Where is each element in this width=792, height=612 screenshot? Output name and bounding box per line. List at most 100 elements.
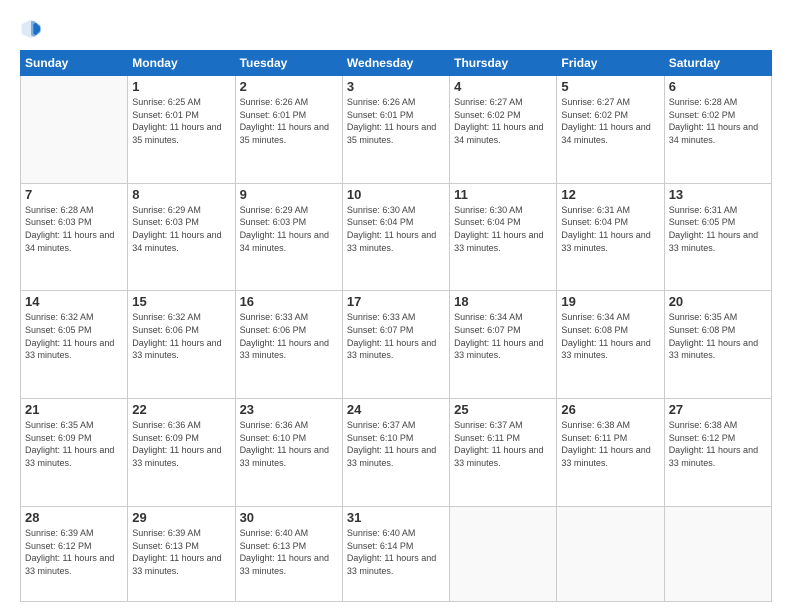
day-number: 24	[347, 402, 445, 417]
calendar-cell: 11Sunrise: 6:30 AM Sunset: 6:04 PM Dayli…	[450, 183, 557, 291]
calendar-cell: 23 Sunrise: 6:36 AM Sunset: 6:10 PM Dayli…	[235, 399, 342, 507]
day-number: 16	[240, 294, 338, 309]
calendar-cell: 4Sunrise: 6:27 AM Sunset: 6:02 PM Daylig…	[450, 76, 557, 184]
calendar-cell	[21, 76, 128, 184]
day-info: Sunrise: 6:27 AM Sunset: 6:02 PM Dayligh…	[561, 96, 659, 146]
logo-icon	[20, 18, 42, 40]
calendar-cell: 10 Sunrise: 6:30 AM Sunset: 6:04 PM Dayli…	[342, 183, 449, 291]
day-number: 19	[561, 294, 659, 309]
day-info: Sunrise: 6:36 AM Sunset: 6:09 PM Dayligh…	[132, 419, 230, 469]
day-number: 23	[240, 402, 338, 417]
weekday-header-sunday: Sunday	[21, 51, 128, 76]
day-number: 5	[561, 79, 659, 94]
calendar-cell: 18Sunrise: 6:34 AM Sunset: 6:07 PM Dayli…	[450, 291, 557, 399]
calendar-cell: 7 Sunrise: 6:28 AM Sunset: 6:03 PM Daylig…	[21, 183, 128, 291]
logo	[20, 18, 46, 40]
day-info: Sunrise: 6:39 AM Sunset: 6:12 PM Dayligh…	[25, 527, 123, 577]
day-number: 15	[132, 294, 230, 309]
day-info: Sunrise: 6:28 AM Sunset: 6:02 PM Dayligh…	[669, 96, 767, 146]
weekday-header-thursday: Thursday	[450, 51, 557, 76]
day-info: Sunrise: 6:38 AM Sunset: 6:11 PM Dayligh…	[561, 419, 659, 469]
day-info: Sunrise: 6:35 AM Sunset: 6:09 PM Dayligh…	[25, 419, 123, 469]
day-number: 14	[25, 294, 123, 309]
day-info: Sunrise: 6:39 AM Sunset: 6:13 PM Dayligh…	[132, 527, 230, 577]
day-number: 21	[25, 402, 123, 417]
day-info: Sunrise: 6:29 AM Sunset: 6:03 PM Dayligh…	[240, 204, 338, 254]
day-info: Sunrise: 6:32 AM Sunset: 6:06 PM Dayligh…	[132, 311, 230, 361]
calendar-cell: 9 Sunrise: 6:29 AM Sunset: 6:03 PM Daylig…	[235, 183, 342, 291]
calendar-cell: 27Sunrise: 6:38 AM Sunset: 6:12 PM Dayli…	[664, 399, 771, 507]
day-info: Sunrise: 6:30 AM Sunset: 6:04 PM Dayligh…	[347, 204, 445, 254]
weekday-header-friday: Friday	[557, 51, 664, 76]
calendar-cell	[557, 506, 664, 601]
day-info: Sunrise: 6:31 AM Sunset: 6:05 PM Dayligh…	[669, 204, 767, 254]
day-info: Sunrise: 6:28 AM Sunset: 6:03 PM Dayligh…	[25, 204, 123, 254]
calendar-cell	[664, 506, 771, 601]
day-info: Sunrise: 6:34 AM Sunset: 6:08 PM Dayligh…	[561, 311, 659, 361]
day-info: Sunrise: 6:26 AM Sunset: 6:01 PM Dayligh…	[240, 96, 338, 146]
day-info: Sunrise: 6:37 AM Sunset: 6:10 PM Dayligh…	[347, 419, 445, 469]
weekday-header-wednesday: Wednesday	[342, 51, 449, 76]
page: SundayMondayTuesdayWednesdayThursdayFrid…	[0, 0, 792, 612]
day-number: 29	[132, 510, 230, 525]
day-number: 20	[669, 294, 767, 309]
calendar-cell: 22 Sunrise: 6:36 AM Sunset: 6:09 PM Dayli…	[128, 399, 235, 507]
weekday-header-saturday: Saturday	[664, 51, 771, 76]
day-number: 1	[132, 79, 230, 94]
day-number: 12	[561, 187, 659, 202]
calendar-cell: 24 Sunrise: 6:37 AM Sunset: 6:10 PM Dayli…	[342, 399, 449, 507]
day-number: 26	[561, 402, 659, 417]
calendar-cell: 17Sunrise: 6:33 AM Sunset: 6:07 PM Dayli…	[342, 291, 449, 399]
day-info: Sunrise: 6:37 AM Sunset: 6:11 PM Dayligh…	[454, 419, 552, 469]
calendar-week-5: 28 Sunrise: 6:39 AM Sunset: 6:12 PM Dayli…	[21, 506, 772, 601]
day-info: Sunrise: 6:33 AM Sunset: 6:06 PM Dayligh…	[240, 311, 338, 361]
day-number: 22	[132, 402, 230, 417]
calendar-table: SundayMondayTuesdayWednesdayThursdayFrid…	[20, 50, 772, 602]
calendar-cell: 21 Sunrise: 6:35 AM Sunset: 6:09 PM Dayli…	[21, 399, 128, 507]
weekday-header-row: SundayMondayTuesdayWednesdayThursdayFrid…	[21, 51, 772, 76]
day-info: Sunrise: 6:29 AM Sunset: 6:03 PM Dayligh…	[132, 204, 230, 254]
calendar-cell: 30Sunrise: 6:40 AM Sunset: 6:13 PM Dayli…	[235, 506, 342, 601]
calendar-week-3: 14 Sunrise: 6:32 AM Sunset: 6:05 PM Dayli…	[21, 291, 772, 399]
calendar-cell: 20Sunrise: 6:35 AM Sunset: 6:08 PM Dayli…	[664, 291, 771, 399]
day-info: Sunrise: 6:31 AM Sunset: 6:04 PM Dayligh…	[561, 204, 659, 254]
day-number: 18	[454, 294, 552, 309]
day-info: Sunrise: 6:40 AM Sunset: 6:13 PM Dayligh…	[240, 527, 338, 577]
day-number: 3	[347, 79, 445, 94]
day-number: 9	[240, 187, 338, 202]
day-number: 27	[669, 402, 767, 417]
calendar-cell: 29 Sunrise: 6:39 AM Sunset: 6:13 PM Dayli…	[128, 506, 235, 601]
day-number: 7	[25, 187, 123, 202]
day-number: 10	[347, 187, 445, 202]
day-number: 13	[669, 187, 767, 202]
weekday-header-monday: Monday	[128, 51, 235, 76]
calendar-week-4: 21 Sunrise: 6:35 AM Sunset: 6:09 PM Dayli…	[21, 399, 772, 507]
day-number: 8	[132, 187, 230, 202]
calendar-cell: 31 Sunrise: 6:40 AM Sunset: 6:14 PM Dayli…	[342, 506, 449, 601]
calendar-week-2: 7 Sunrise: 6:28 AM Sunset: 6:03 PM Daylig…	[21, 183, 772, 291]
day-info: Sunrise: 6:32 AM Sunset: 6:05 PM Dayligh…	[25, 311, 123, 361]
day-number: 2	[240, 79, 338, 94]
day-number: 4	[454, 79, 552, 94]
calendar-cell: 14 Sunrise: 6:32 AM Sunset: 6:05 PM Dayli…	[21, 291, 128, 399]
calendar-cell: 13 Sunrise: 6:31 AM Sunset: 6:05 PM Dayli…	[664, 183, 771, 291]
day-info: Sunrise: 6:25 AM Sunset: 6:01 PM Dayligh…	[132, 96, 230, 146]
calendar-week-1: 1 Sunrise: 6:25 AM Sunset: 6:01 PM Daylig…	[21, 76, 772, 184]
day-number: 6	[669, 79, 767, 94]
day-info: Sunrise: 6:36 AM Sunset: 6:10 PM Dayligh…	[240, 419, 338, 469]
day-number: 17	[347, 294, 445, 309]
calendar-cell: 19 Sunrise: 6:34 AM Sunset: 6:08 PM Dayli…	[557, 291, 664, 399]
day-number: 28	[25, 510, 123, 525]
calendar-cell: 12 Sunrise: 6:31 AM Sunset: 6:04 PM Dayli…	[557, 183, 664, 291]
day-info: Sunrise: 6:40 AM Sunset: 6:14 PM Dayligh…	[347, 527, 445, 577]
calendar-cell: 5 Sunrise: 6:27 AM Sunset: 6:02 PM Daylig…	[557, 76, 664, 184]
day-number: 11	[454, 187, 552, 202]
day-info: Sunrise: 6:26 AM Sunset: 6:01 PM Dayligh…	[347, 96, 445, 146]
calendar-cell: 15 Sunrise: 6:32 AM Sunset: 6:06 PM Dayli…	[128, 291, 235, 399]
calendar-cell: 3 Sunrise: 6:26 AM Sunset: 6:01 PM Daylig…	[342, 76, 449, 184]
calendar-cell: 28 Sunrise: 6:39 AM Sunset: 6:12 PM Dayli…	[21, 506, 128, 601]
day-number: 31	[347, 510, 445, 525]
calendar-cell: 2 Sunrise: 6:26 AM Sunset: 6:01 PM Daylig…	[235, 76, 342, 184]
day-number: 25	[454, 402, 552, 417]
calendar-cell: 16 Sunrise: 6:33 AM Sunset: 6:06 PM Dayli…	[235, 291, 342, 399]
